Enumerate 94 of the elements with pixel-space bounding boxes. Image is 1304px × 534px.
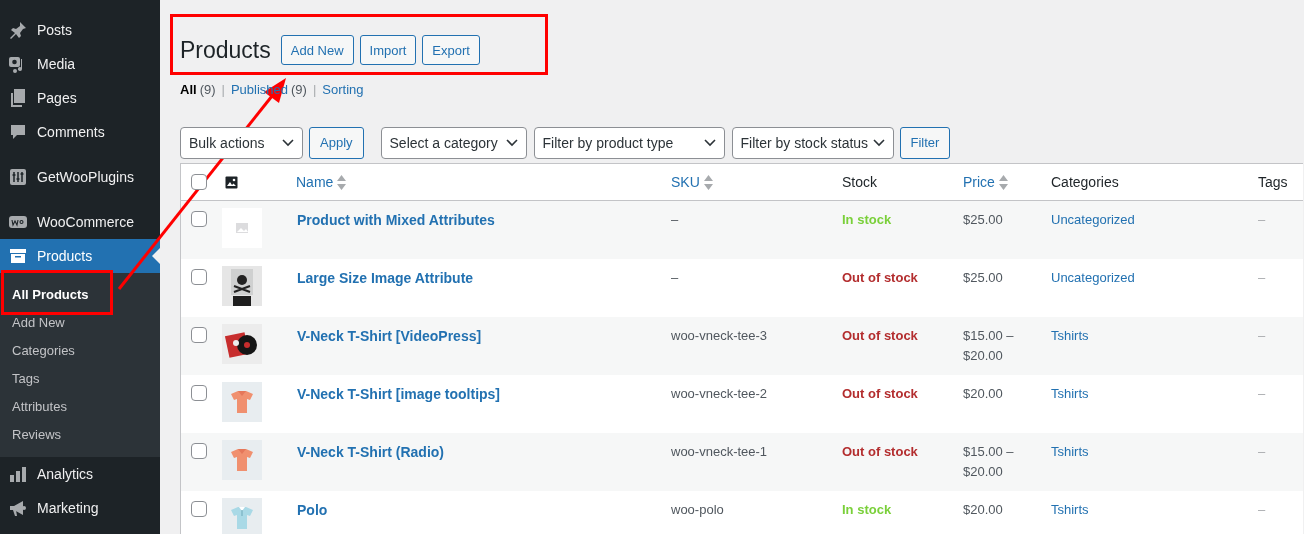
sidebar-item[interactable]: Media <box>0 47 160 81</box>
table-cell: – <box>1258 212 1266 227</box>
sidebar-item[interactable]: Pages <box>0 81 160 115</box>
submenu-item[interactable]: Attributes <box>0 393 160 421</box>
table-cell: – <box>1258 270 1266 285</box>
column-header-link[interactable]: SKU <box>671 171 700 193</box>
image-placeholder-icon <box>222 208 262 248</box>
product-link[interactable]: V-Neck T-Shirt (Radio) <box>297 444 445 460</box>
table-cell: – <box>1258 328 1266 343</box>
sidebar-item[interactable]: Comments <box>0 115 160 149</box>
checkbox[interactable] <box>191 443 207 459</box>
checkbox[interactable] <box>191 385 207 401</box>
stock-status: Out of stock <box>842 328 918 343</box>
submenu-item[interactable]: Categories <box>0 337 160 365</box>
pages-icon <box>8 88 28 108</box>
chevron-icon <box>282 139 294 147</box>
sidebar-item[interactable]: GetWooPlugins <box>0 160 160 194</box>
column-header: Stock <box>842 172 877 192</box>
submenu-item[interactable]: Tags <box>0 365 160 393</box>
speech-bubble-icon <box>8 122 28 142</box>
table-cell: woo-vneck-tee-2 <box>671 386 768 401</box>
page-title: Products <box>180 36 271 65</box>
checkbox[interactable] <box>191 211 207 227</box>
action-button[interactable]: Export <box>422 35 480 66</box>
checkbox[interactable] <box>191 269 207 285</box>
sidebar-item[interactable]: Marketing <box>0 491 160 525</box>
stock-status: Out of stock <box>842 270 918 285</box>
submenu-item[interactable]: Add New <box>0 309 160 337</box>
dropdown[interactable]: Filter by stock status <box>731 127 894 159</box>
chevron-icon <box>703 139 716 147</box>
column-header: Categories <box>1051 172 1119 192</box>
product-link[interactable]: V-Neck T-Shirt [VideoPress] <box>297 328 482 344</box>
sort-icon <box>703 174 713 190</box>
submenu-item[interactable]: Reviews <box>0 421 160 449</box>
pushpin-icon <box>8 20 28 40</box>
submenu-item[interactable]: All Products <box>0 281 160 309</box>
action-button[interactable]: Add New <box>280 35 354 66</box>
category-link[interactable]: Tshirts <box>1051 386 1089 401</box>
sidebar-item[interactable]: Products <box>0 239 160 273</box>
separator: | <box>312 80 317 99</box>
price: $20.00 <box>963 386 1003 401</box>
price: $20.00 <box>963 502 1003 517</box>
box-icon <box>8 246 28 266</box>
table-cell: woo-vneck-tee-1 <box>671 444 768 459</box>
category-link[interactable]: Tshirts <box>1051 328 1089 343</box>
checkbox[interactable] <box>191 501 207 517</box>
sliders-icon <box>8 167 28 187</box>
chevron-icon <box>505 139 518 147</box>
column-header-link[interactable]: Price <box>963 171 995 193</box>
product-link[interactable]: Polo <box>297 502 328 518</box>
price: $25.00 <box>963 270 1003 285</box>
view-link[interactable]: Sorting <box>322 79 364 99</box>
sort-icon <box>337 174 347 190</box>
image-icon <box>225 175 238 189</box>
dropdown[interactable]: Select a category <box>380 127 527 159</box>
checkbox[interactable] <box>191 174 207 190</box>
action-button[interactable]: Import <box>359 35 417 66</box>
view-link[interactable]: All (9) <box>180 79 216 99</box>
filter-button[interactable]: Filter <box>899 127 951 159</box>
separator: | <box>221 80 225 99</box>
product-link[interactable]: Large Size Image Attribute <box>297 270 474 286</box>
checkbox[interactable] <box>191 327 207 343</box>
table-cell: – <box>1258 444 1266 459</box>
sidebar-item[interactable]: Posts <box>0 13 160 47</box>
dropdown[interactable]: Bulk actions <box>180 127 303 159</box>
category-link[interactable]: Tshirts <box>1051 444 1089 459</box>
stock-status: Out of stock <box>842 386 918 401</box>
stock-status: Out of stock <box>842 444 918 459</box>
chevron-icon <box>872 139 885 147</box>
megaphone-icon <box>8 498 28 518</box>
category-link[interactable]: Uncategorized <box>1051 212 1135 227</box>
column-header-link[interactable]: Name <box>296 171 334 193</box>
column-header: Tags <box>1258 172 1288 192</box>
sidebar-item[interactable]: Analytics <box>0 457 160 491</box>
table-cell: – <box>1258 502 1266 517</box>
sidebar-item[interactable]: WooCommerce <box>0 205 160 239</box>
category-link[interactable]: Tshirts <box>1051 502 1089 517</box>
dropdown[interactable]: Filter by product type <box>533 127 725 159</box>
table-cell: woo-vneck-tee-3 <box>671 328 768 343</box>
sort-icon <box>998 174 1008 190</box>
product-link[interactable]: V-Neck T-Shirt [image tooltips] <box>297 386 501 402</box>
table-cell: – <box>671 212 679 227</box>
category-link[interactable]: Uncategorized <box>1051 270 1135 285</box>
stock-status: In stock <box>842 502 892 517</box>
price: $15.00 – $20.00 <box>963 444 1014 479</box>
product-link[interactable]: Product with Mixed Attributes <box>297 212 495 228</box>
bar-chart-icon <box>8 464 28 484</box>
table-cell: – <box>671 270 679 285</box>
table-cell: – <box>1258 386 1266 401</box>
price: $25.00 <box>963 212 1003 227</box>
price: $15.00 – $20.00 <box>963 328 1014 363</box>
table-cell: woo-polo <box>671 502 724 517</box>
stock-status: In stock <box>842 212 892 227</box>
apply-button[interactable]: Apply <box>309 127 364 159</box>
